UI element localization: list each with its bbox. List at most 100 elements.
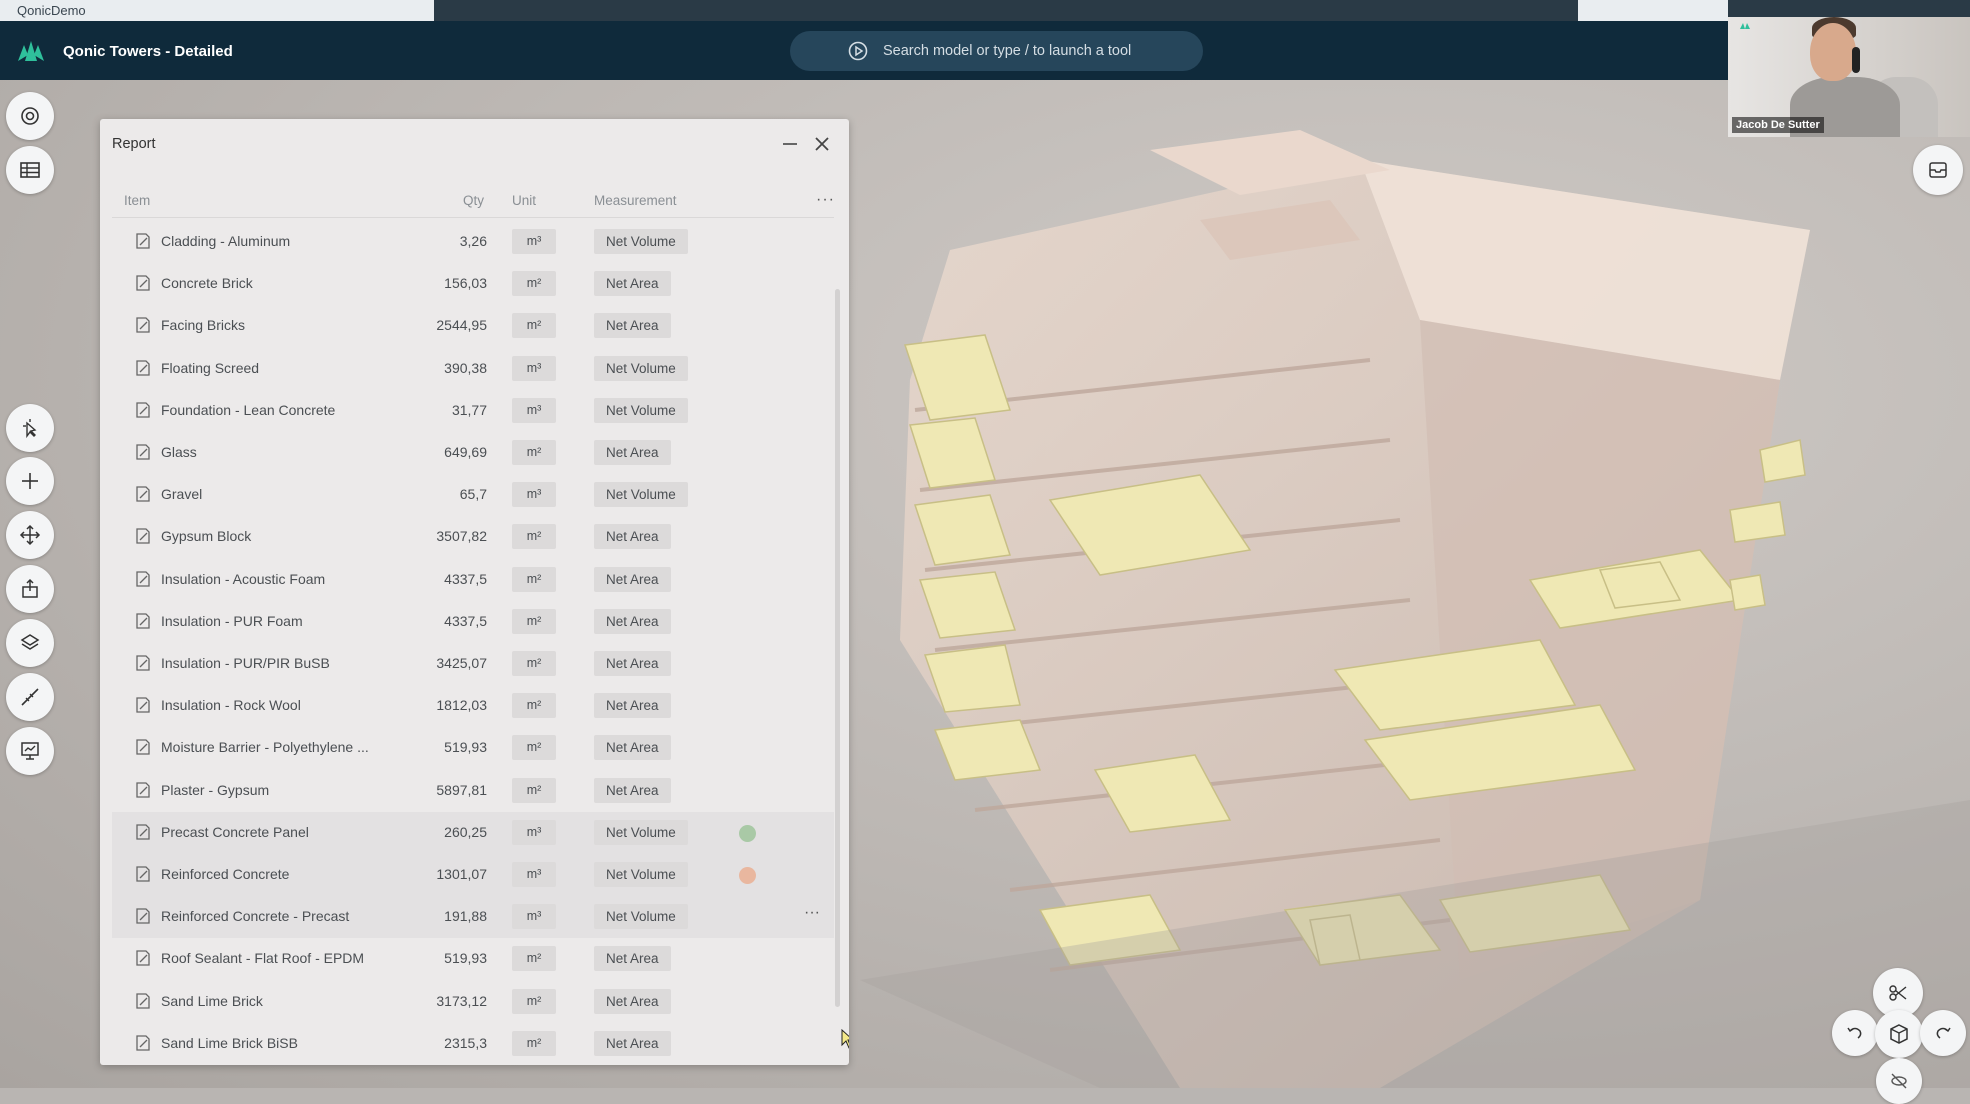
project-title: Qonic Towers - Detailed bbox=[63, 43, 233, 60]
command-search-bar[interactable]: Search model or type / to launch a tool bbox=[790, 31, 1203, 71]
table-row[interactable]: Cladding - Aluminum 3,26 m³ Net Volume bbox=[112, 221, 834, 263]
row-measurement-badge[interactable]: Net Volume bbox=[594, 355, 688, 381]
color-swatch[interactable] bbox=[739, 824, 756, 842]
row-item-name: Cladding - Aluminum bbox=[161, 233, 291, 249]
row-qty: 4337,5 bbox=[444, 612, 487, 629]
table-row[interactable]: Facing Bricks 2544,95 m² Net Area bbox=[112, 305, 834, 347]
scrollbar[interactable] bbox=[835, 289, 840, 1007]
color-swatch[interactable] bbox=[739, 867, 756, 884]
table-row[interactable]: Roof Sealant - Flat Roof - EPDM 519,93 m² N… bbox=[112, 938, 834, 980]
table-row[interactable]: Gypsum Block 3507,82 m² Net Area bbox=[112, 516, 834, 558]
column-header-measurement[interactable]: Measurement bbox=[594, 193, 677, 208]
row-unit-badge: m³ bbox=[512, 819, 556, 845]
material-icon bbox=[136, 824, 150, 840]
row-qty: 519,93 bbox=[444, 950, 487, 967]
qonic-logo-icon[interactable] bbox=[18, 41, 44, 61]
row-unit-badge: m² bbox=[512, 777, 556, 803]
measure-tool-button[interactable] bbox=[6, 673, 54, 721]
move-icon bbox=[19, 524, 41, 546]
row-unit-badge: m³ bbox=[512, 862, 556, 887]
row-unit-badge: m² bbox=[512, 651, 556, 676]
row-measurement-badge[interactable]: Net Area bbox=[594, 440, 671, 465]
row-measurement-badge[interactable]: Net Area bbox=[594, 313, 671, 339]
row-item-name: Plaster - Gypsum bbox=[161, 781, 270, 798]
view-cube-button[interactable] bbox=[1875, 1010, 1923, 1058]
row-measurement-badge[interactable]: Net Area bbox=[594, 271, 671, 297]
target-tool-button[interactable] bbox=[6, 92, 54, 140]
material-icon bbox=[136, 1035, 150, 1051]
row-qty: 3,26 bbox=[459, 233, 487, 249]
close-icon[interactable] bbox=[812, 134, 832, 154]
row-qty: 3507,82 bbox=[436, 528, 487, 545]
table-row[interactable]: Precast Concrete Panel 260,25 m³ Net Volume bbox=[112, 811, 834, 854]
table-row[interactable]: Reinforced Concrete - Precast 191,88 m³ Net… bbox=[112, 896, 834, 939]
row-unit-badge: m³ bbox=[512, 397, 556, 423]
header-divider bbox=[112, 217, 834, 218]
browser-tab-title[interactable]: QonicDemo bbox=[17, 3, 86, 18]
select-tool-button[interactable] bbox=[6, 404, 54, 452]
minimize-icon[interactable] bbox=[780, 134, 800, 154]
row-measurement-badge[interactable]: Net Volume bbox=[594, 482, 688, 508]
table-row[interactable]: Gravel 65,7 m³ Net Volume bbox=[112, 474, 834, 516]
visibility-toggle-button[interactable] bbox=[1876, 1058, 1922, 1104]
table-row[interactable]: Insulation - Acoustic Foam 4337,5 m² Net Ar… bbox=[112, 559, 834, 601]
row-qty: 4337,5 bbox=[444, 570, 487, 587]
table-row[interactable]: Sand Lime Brick BiSB 2315,3 m² Net Area bbox=[112, 1023, 834, 1065]
row-measurement-badge[interactable]: Net Volume bbox=[594, 819, 688, 845]
presentation-button[interactable] bbox=[6, 727, 54, 775]
row-measurement-badge[interactable]: Net Area bbox=[594, 946, 671, 972]
material-icon bbox=[136, 908, 150, 924]
material-icon bbox=[136, 655, 150, 671]
row-measurement-badge[interactable]: Net Area bbox=[594, 735, 671, 761]
layers-button[interactable] bbox=[6, 619, 54, 667]
row-unit-badge: m² bbox=[512, 693, 556, 719]
column-header-qty[interactable]: Qty bbox=[463, 193, 484, 208]
row-qty: 191,88 bbox=[444, 908, 487, 925]
table-row[interactable]: Plaster - Gypsum 5897,81 m² Net Area bbox=[112, 770, 834, 812]
row-measurement-badge[interactable]: Net Area bbox=[594, 608, 671, 634]
table-header: Item Qty Unit Measurement ··· bbox=[100, 185, 849, 215]
row-unit-badge: m² bbox=[512, 271, 556, 297]
table-row[interactable]: Insulation - Rock Wool 1812,03 m² Net Area bbox=[112, 685, 834, 727]
row-measurement-badge[interactable]: Net Volume bbox=[594, 397, 688, 423]
row-qty: 3173,12 bbox=[436, 992, 487, 1009]
row-more-options-icon[interactable]: ··· bbox=[804, 904, 820, 922]
inbox-icon bbox=[1929, 162, 1947, 178]
material-icon bbox=[136, 275, 150, 291]
row-measurement-badge[interactable]: Net Volume bbox=[594, 904, 688, 930]
plus-icon bbox=[22, 473, 38, 489]
row-measurement-badge[interactable]: Net Area bbox=[594, 1030, 671, 1056]
column-header-item[interactable]: Item bbox=[124, 193, 150, 208]
table-row[interactable]: Insulation - PUR Foam 4337,5 m² Net Area bbox=[112, 601, 834, 643]
table-row[interactable]: Moisture Barrier - Polyethylene ... 519,9… bbox=[112, 727, 834, 769]
add-button[interactable] bbox=[6, 457, 54, 505]
row-measurement-badge[interactable]: Net Area bbox=[594, 693, 671, 719]
material-icon bbox=[136, 697, 150, 713]
table-row[interactable]: Sand Lime Brick 3173,12 m² Net Area bbox=[112, 981, 834, 1023]
table-row[interactable]: Glass 649,69 m² Net Area bbox=[112, 432, 834, 474]
eye-off-icon bbox=[1891, 1073, 1907, 1089]
table-row[interactable]: Reinforced Concrete 1301,07 m³ Net Volume bbox=[112, 854, 834, 896]
row-measurement-badge[interactable]: Net Area bbox=[594, 524, 671, 550]
row-unit-badge: m² bbox=[512, 313, 556, 339]
row-measurement-badge[interactable]: Net Area bbox=[594, 988, 671, 1014]
move-tool-button[interactable] bbox=[6, 511, 54, 559]
rotate-right-button[interactable] bbox=[1920, 1010, 1966, 1056]
row-measurement-badge[interactable]: Net Volume bbox=[594, 229, 688, 254]
export-button[interactable] bbox=[6, 565, 54, 613]
inbox-button[interactable] bbox=[1913, 145, 1963, 195]
table-row[interactable]: Insulation - PUR/PIR BuSB 3425,07 m² Net Ar… bbox=[112, 643, 834, 685]
table-row[interactable]: Foundation - Lean Concrete 31,77 m³ Net Vol… bbox=[112, 390, 834, 432]
panel-title: Report bbox=[112, 136, 156, 152]
table-row[interactable]: Floating Screed 390,38 m³ Net Volume bbox=[112, 348, 834, 390]
row-measurement-badge[interactable]: Net Volume bbox=[594, 862, 688, 887]
row-item-name: Gravel bbox=[161, 486, 203, 503]
table-row[interactable]: Concrete Brick 156,03 m² Net Area bbox=[112, 263, 834, 305]
row-measurement-badge[interactable]: Net Area bbox=[594, 651, 671, 676]
row-measurement-badge[interactable]: Net Area bbox=[594, 566, 671, 592]
column-header-unit[interactable]: Unit bbox=[512, 193, 536, 208]
more-options-icon[interactable]: ··· bbox=[816, 191, 835, 209]
row-measurement-badge[interactable]: Net Area bbox=[594, 777, 671, 803]
report-table-button[interactable] bbox=[6, 146, 54, 194]
rotate-left-button[interactable] bbox=[1832, 1010, 1878, 1056]
